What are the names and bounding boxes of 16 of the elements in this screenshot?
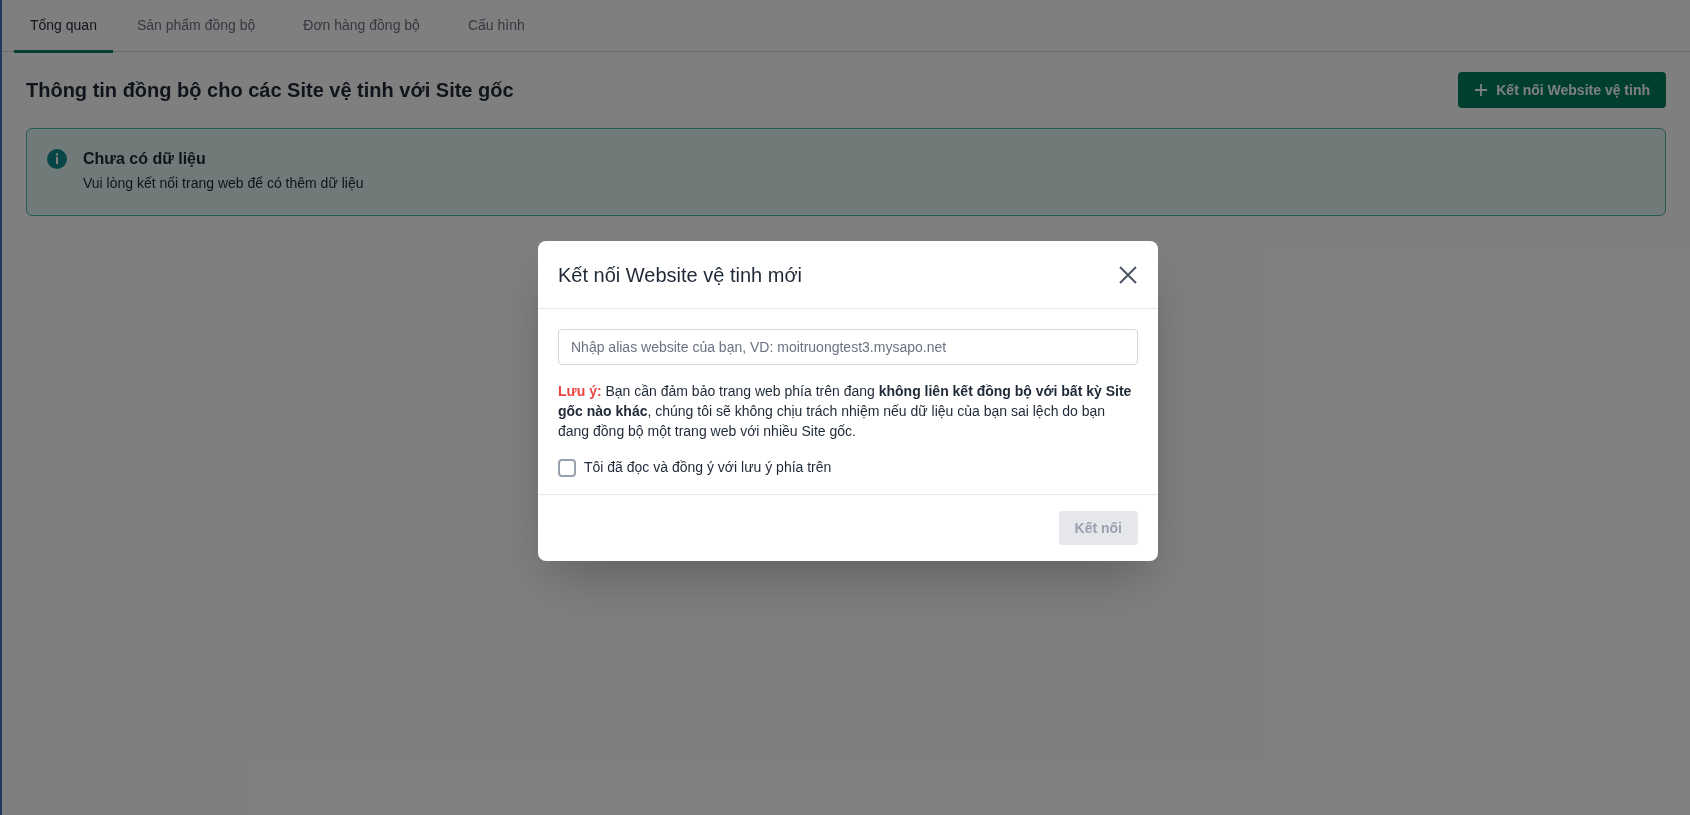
alert-title: Chưa có dữ liệu xyxy=(83,149,207,169)
connect-website-button[interactable]: Kết nối Website vệ tinh xyxy=(1458,72,1666,108)
info-icon xyxy=(47,149,67,169)
agree-checkbox[interactable] xyxy=(558,458,576,477)
note-paragraph: Lưu ý: Bạn cần đảm bảo trang web phía trên đang không liên kết đồng bộ với bất kỳ Site gốc nào khác, chúng tôi sẽ không chịu trách nhiệm nếu dữ liệu của bạn sai lệch do bạn đang đồng bộ một trang web với nhiều Site gốc. xyxy=(558,382,1133,441)
modal-title: Kết nối Website vệ tinh mới xyxy=(558,262,802,288)
tab[interactable]: Đơn hàng đồng bộ xyxy=(279,1,444,53)
agree-label: Tôi đã đọc và đồng ý với lưu ý phía trên xyxy=(584,458,832,477)
page-title: Thông tin đồng bộ cho các Site vệ tinh với Site gốc xyxy=(26,78,514,103)
alert-message: Vui lòng kết nối trang web để có thêm dữ liệu xyxy=(83,174,364,193)
tab[interactable]: Tổng quan xyxy=(14,1,113,53)
plus-icon xyxy=(1474,83,1489,97)
tab[interactable]: Cấu hình xyxy=(443,1,549,53)
close-icon[interactable] xyxy=(1118,264,1138,285)
tab[interactable]: Sản phẩm đồng bộ xyxy=(112,1,280,53)
alias-input-field[interactable]: Nhập alias website của bạn, VD: moitruongtest3.mysapo.net xyxy=(558,329,1138,365)
